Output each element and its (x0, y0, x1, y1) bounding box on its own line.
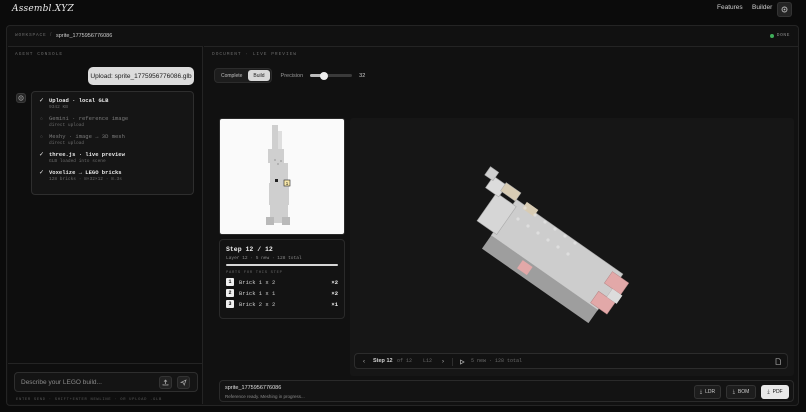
status-badge: DONE (769, 33, 790, 38)
step-title: Meshy · image → 3D mesh (49, 132, 125, 140)
step-sub: 128 bricks · 8×32×12 · 8.3s (49, 177, 122, 182)
view-mode-toggle: Complete Build (214, 68, 272, 83)
pipeline-step: ✓ Voxelize → LEGO bricks 128 bricks · 8×… (38, 168, 187, 183)
step-sub: 9342 KB (49, 105, 68, 110)
part-number: 2 (226, 289, 234, 297)
preview-toolbar: Complete Build Precision 32 (214, 68, 365, 83)
reference-sprite-image: 1 (266, 125, 291, 225)
upload-icon[interactable] (159, 376, 172, 389)
step-summary: Layer 12 · 5 new · 128 total (226, 256, 302, 261)
chat-input[interactable]: Describe your LEGO build... (14, 372, 198, 392)
breadcrumb-separator: / (50, 32, 52, 38)
user-message-bubble: Upload: sprite_1775956776086.glb (88, 67, 194, 85)
check-icon: ✓ (38, 151, 45, 158)
lego-model-render (476, 166, 630, 324)
step-progress-fill (226, 264, 338, 266)
3d-viewport[interactable]: ‹ Step 12 of 12 L12 › 5 new · 128 total (350, 118, 794, 376)
tab-build[interactable]: Build (248, 70, 270, 81)
export-pdf-label: PDF (772, 389, 783, 395)
send-icon[interactable] (177, 376, 190, 389)
step-sub: GLB loaded into scene (49, 159, 106, 164)
pipeline-step: ○ Meshy · image → 3D mesh direct upload (38, 132, 187, 147)
step-sub: direct upload (49, 123, 85, 128)
model-name: sprite_1775956776086 (225, 385, 282, 391)
part-name: Brick 2 x 2 (239, 300, 276, 308)
document-panel: DOCUMENT · LIVE PREVIEW Complete Build P… (204, 46, 798, 404)
check-icon: ✓ (38, 169, 45, 176)
export-bom-button[interactable]: ⤓ BOM (726, 385, 756, 399)
playbar-counts: 5 new · 128 total (471, 358, 523, 364)
step-title: Voxelize → LEGO bricks (49, 168, 122, 176)
check-icon: ✓ (38, 97, 45, 104)
download-icon: ⤓ (699, 389, 703, 395)
download-icon: ⤓ (732, 389, 735, 395)
export-bar: sprite_1775956776086 Reference ready. Me… (219, 380, 794, 402)
step-counter: Step 12 / 12 (226, 246, 273, 253)
pipeline-step: ✓ three.js · live preview GLB loaded int… (38, 150, 187, 165)
prev-step-icon[interactable]: ‹ (360, 357, 368, 366)
menu-icon[interactable] (777, 2, 792, 17)
app-frame: WORKSPACE / sprite_1775956776086 DONE AG… (6, 25, 799, 406)
export-bom-label: BOM (737, 389, 750, 395)
parts-label: PARTS FOR THIS STEP (226, 271, 283, 275)
part-number: 1 (226, 278, 234, 286)
model-status: Reference ready. Meshing in progress... (225, 394, 305, 399)
tab-complete[interactable]: Complete (216, 70, 247, 81)
nav-builder-link[interactable]: Builder (752, 4, 772, 11)
chat-placeholder: Describe your LEGO build... (21, 379, 102, 386)
next-step-icon[interactable]: › (439, 357, 447, 366)
document-icon[interactable] (774, 357, 782, 366)
playbar-divider (452, 358, 453, 366)
playbar-layer: L12 (423, 358, 433, 364)
playbar-step: Step 12 (373, 358, 393, 364)
build-step-card: Step 12 / 12 Layer 12 · 5 new · 128 tota… (219, 239, 345, 319)
skipped-icon: ○ (40, 115, 43, 121)
precision-slider[interactable] (310, 71, 353, 80)
reference-preview: 1 (219, 118, 345, 235)
step-sub: direct upload (49, 141, 85, 146)
download-icon: ⤓ (767, 389, 770, 395)
part-qty: ×2 (331, 278, 338, 286)
logo[interactable]: Assembl.XYZ (12, 4, 74, 14)
step-playbar: ‹ Step 12 of 12 L12 › 5 new · 128 total (354, 353, 788, 369)
pipeline-step: ○ Gemini · reference image direct upload (38, 114, 187, 129)
top-nav: Assembl.XYZ Features Builder (0, 0, 806, 20)
composer-hint: ENTER SEND · SHIFT+ENTER NEWLINE · OR UP… (16, 398, 162, 402)
chat-composer: Describe your LEGO build... ENTER SEND ·… (8, 363, 203, 405)
precision-slider-knob[interactable] (319, 71, 328, 80)
part-number: 3 (226, 300, 234, 308)
skipped-icon: ○ (40, 133, 43, 139)
breadcrumb-workspace[interactable]: WORKSPACE (15, 33, 47, 38)
step-title: Upload · local GLB (49, 96, 109, 104)
playbar-of: of 12 (397, 358, 413, 364)
agent-console-label: AGENT CONSOLE (15, 52, 64, 57)
part-row: 1 Brick 1 x 2 ×2 (226, 278, 338, 286)
status-dot-icon (769, 33, 774, 38)
export-ldr-label: LDR (705, 389, 716, 395)
part-row: 2 Brick 1 x 1 ×2 (226, 289, 338, 297)
part-qty: ×2 (331, 289, 338, 297)
pipeline-step: ✓ Upload · local GLB 9342 KB (38, 96, 187, 111)
part-row: 3 Brick 2 x 2 ×1 (226, 300, 338, 308)
document-label: DOCUMENT · LIVE PREVIEW (212, 52, 298, 57)
precision-label: Precision (280, 72, 304, 79)
step-progress-bar (226, 264, 338, 266)
play-icon[interactable] (458, 357, 466, 366)
export-pdf-button[interactable]: ⤓ PDF (761, 385, 789, 399)
agent-console: AGENT CONSOLE Upload: sprite_17759567760… (8, 46, 203, 404)
step-title: Gemini · reference image (49, 114, 129, 122)
status-text: DONE (776, 33, 790, 38)
agent-avatar-icon (16, 93, 26, 103)
part-name: Brick 1 x 1 (239, 289, 276, 297)
breadcrumb-file: sprite_1775956776086 (56, 33, 113, 39)
part-name: Brick 1 x 2 (239, 278, 276, 286)
step-title: three.js · live preview (49, 150, 125, 158)
nav-features-link[interactable]: Features (717, 4, 743, 11)
pipeline-steps: ✓ Upload · local GLB 9342 KB ○ Gemini · … (31, 91, 194, 195)
part-qty: ×1 (331, 300, 338, 308)
export-ldr-button[interactable]: ⤓ LDR (694, 385, 721, 399)
precision-value: 32 (359, 72, 366, 79)
